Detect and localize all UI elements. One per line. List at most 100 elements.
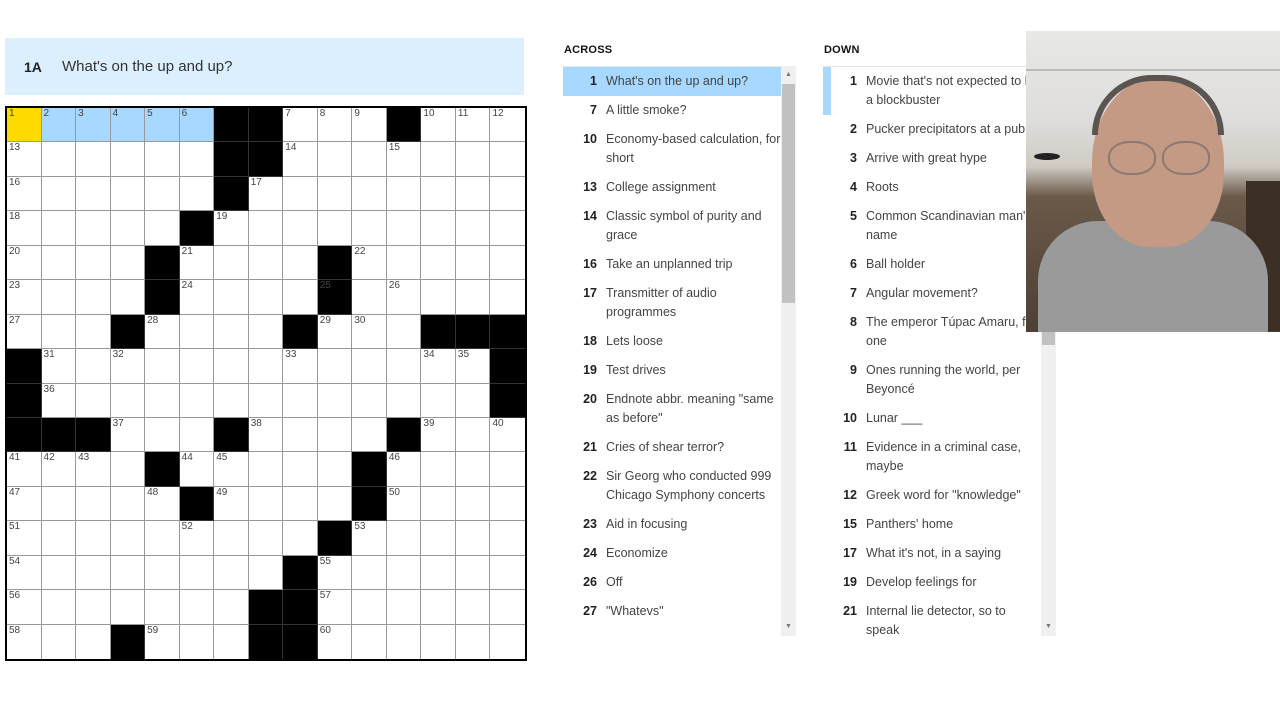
clue-item[interactable]: 12 Greek word for "knowledge" xyxy=(823,481,1041,510)
grid-cell[interactable] xyxy=(248,521,284,556)
grid-cell[interactable]: 46 xyxy=(386,452,422,487)
grid-cell[interactable]: 26 xyxy=(386,280,422,315)
clue-item[interactable]: 11 Evidence in a criminal case, maybe xyxy=(823,433,1041,481)
grid-cell[interactable] xyxy=(41,211,77,246)
grid-cell[interactable] xyxy=(283,486,318,522)
grid-cell[interactable] xyxy=(145,176,180,212)
grid-cell[interactable]: 35 xyxy=(455,349,491,384)
grid-cell[interactable] xyxy=(179,314,215,350)
grid-cell[interactable] xyxy=(490,521,525,556)
grid-cell[interactable]: 19 xyxy=(214,211,249,246)
grid-cell[interactable] xyxy=(352,383,387,418)
grid-cell[interactable]: 20 xyxy=(7,245,42,281)
clue-item[interactable]: 18 Lets loose xyxy=(563,327,781,356)
grid-cell[interactable] xyxy=(386,383,422,418)
grid-cell[interactable] xyxy=(214,314,249,350)
down-clue-list[interactable]: 1 Movie that's not expected to be a block… xyxy=(823,66,1041,637)
grid-cell[interactable] xyxy=(490,486,525,522)
grid-cell[interactable] xyxy=(214,624,249,659)
grid-cell[interactable]: 53 xyxy=(352,521,387,556)
grid-cell[interactable] xyxy=(421,590,456,625)
scroll-down-arrow-icon[interactable]: ▼ xyxy=(1041,620,1056,634)
grid-cell[interactable]: 12 xyxy=(490,108,525,143)
grid-cell[interactable] xyxy=(179,176,215,212)
grid-cell[interactable] xyxy=(490,555,525,591)
grid-cell[interactable]: 32 xyxy=(110,349,146,384)
clue-item[interactable]: 20 Endnote abbr. meaning "same as before" xyxy=(563,385,781,433)
grid-cell[interactable] xyxy=(455,452,491,487)
grid-cell[interactable] xyxy=(76,555,111,591)
grid-cell[interactable] xyxy=(352,624,387,659)
grid-cell[interactable] xyxy=(283,521,318,556)
grid-cell[interactable] xyxy=(317,211,353,246)
grid-cell[interactable] xyxy=(41,280,77,315)
grid-cell[interactable] xyxy=(248,555,284,591)
grid-cell[interactable] xyxy=(248,245,284,281)
grid-cell[interactable]: 50 xyxy=(386,486,422,522)
grid-cell[interactable] xyxy=(283,452,318,487)
grid-cell[interactable] xyxy=(41,486,77,522)
grid-cell[interactable] xyxy=(145,142,180,177)
clue-item[interactable]: 7 A little smoke? xyxy=(563,96,781,125)
grid-cell[interactable] xyxy=(352,176,387,212)
grid-cell[interactable]: 3 xyxy=(76,108,111,143)
grid-cell[interactable] xyxy=(110,280,146,315)
clue-item[interactable]: 15 Panthers' home xyxy=(823,510,1041,539)
grid-cell[interactable] xyxy=(41,555,77,591)
grid-cell[interactable]: 9 xyxy=(352,108,387,143)
grid-cell[interactable] xyxy=(76,314,111,350)
grid-cell[interactable]: 23 xyxy=(7,280,42,315)
grid-cell[interactable] xyxy=(76,245,111,281)
grid-cell[interactable]: 57 xyxy=(317,590,353,625)
grid-cell[interactable] xyxy=(352,280,387,315)
grid-cell[interactable] xyxy=(490,176,525,212)
grid-cell[interactable]: 24 xyxy=(179,280,215,315)
clue-item[interactable]: 8 The emperor Túpac Amaru, for one xyxy=(823,308,1041,356)
clue-item[interactable]: 1 What's on the up and up? xyxy=(563,67,781,96)
grid-cell[interactable] xyxy=(421,452,456,487)
grid-cell[interactable]: 17 xyxy=(248,176,284,212)
grid-cell[interactable] xyxy=(76,486,111,522)
grid-cell[interactable] xyxy=(386,624,422,659)
grid-cell[interactable]: 5 xyxy=(145,108,180,143)
grid-cell[interactable] xyxy=(145,555,180,591)
grid-cell[interactable]: 10 xyxy=(421,108,456,143)
grid-cell[interactable] xyxy=(352,349,387,384)
grid-cell[interactable]: 38 xyxy=(248,417,284,453)
grid-cell[interactable] xyxy=(179,142,215,177)
grid-cell[interactable] xyxy=(421,280,456,315)
grid-cell[interactable] xyxy=(248,383,284,418)
grid-cell[interactable]: 2 xyxy=(41,108,77,143)
grid-cell[interactable] xyxy=(352,555,387,591)
grid-cell[interactable] xyxy=(248,452,284,487)
grid-cell[interactable] xyxy=(41,590,77,625)
grid-cell[interactable]: 51 xyxy=(7,521,42,556)
grid-cell[interactable] xyxy=(41,245,77,281)
grid-cell[interactable] xyxy=(421,176,456,212)
clue-item[interactable]: 26 Off xyxy=(563,568,781,597)
grid-cell[interactable] xyxy=(421,383,456,418)
crossword-grid[interactable]: 1 2 3 4 5 6 7 8 9 10 11 12 13 14 15 16 17 18 19 20 21 22 23 24 2… xyxy=(5,106,527,661)
grid-cell[interactable]: 27 xyxy=(7,314,42,350)
grid-cell[interactable] xyxy=(214,555,249,591)
grid-cell[interactable] xyxy=(455,383,491,418)
grid-cell[interactable] xyxy=(490,624,525,659)
grid-cell[interactable]: 4 xyxy=(110,108,146,143)
grid-cell[interactable]: 36 xyxy=(41,383,77,418)
grid-cell[interactable] xyxy=(179,349,215,384)
grid-cell[interactable] xyxy=(110,452,146,487)
grid-cell[interactable] xyxy=(386,349,422,384)
clue-item[interactable]: 19 Test drives xyxy=(563,356,781,385)
grid-cell[interactable]: 58 xyxy=(7,624,42,659)
grid-cell[interactable] xyxy=(145,349,180,384)
grid-cell[interactable] xyxy=(455,521,491,556)
grid-cell[interactable]: 21 xyxy=(179,245,215,281)
grid-cell[interactable]: 44 xyxy=(179,452,215,487)
grid-cell[interactable] xyxy=(248,349,284,384)
grid-cell[interactable]: 28 xyxy=(145,314,180,350)
clue-item[interactable]: 2 Pucker precipitators at a pub xyxy=(823,115,1041,144)
grid-cell[interactable] xyxy=(421,245,456,281)
grid-cell[interactable]: 43 xyxy=(76,452,111,487)
grid-cell[interactable]: 18 xyxy=(7,211,42,246)
grid-cell[interactable] xyxy=(283,280,318,315)
